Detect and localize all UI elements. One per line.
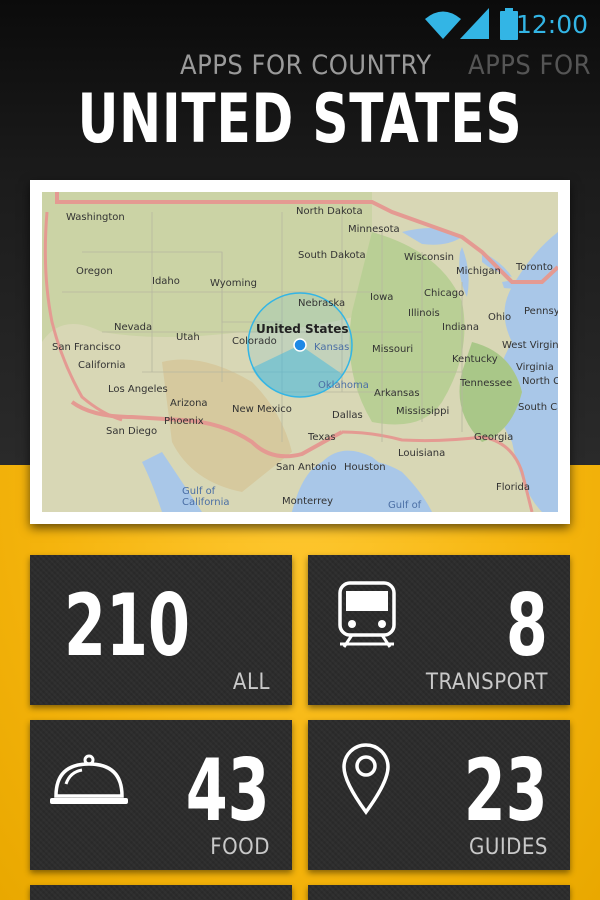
map-label: Oklahoma [318,380,369,391]
map-label: California [78,360,126,371]
map-card[interactable]: Washington North Dakota Minnesota South … [30,180,570,524]
map-label: Houston [344,462,386,473]
map-label: Wyoming [210,278,257,289]
map-label: Ohio [488,312,512,323]
map-label: New Mexico [232,404,292,415]
map-label: Chicago [424,288,465,299]
tile-count: 43 [186,741,270,841]
train-icon [338,581,396,648]
tile-partial[interactable] [308,885,570,900]
map-label: Toronto [516,262,553,273]
map-label: Gulf of California [182,486,230,508]
map-label: Michigan [456,266,501,277]
map-label: Missouri [372,344,414,355]
map-label: Arizona [170,398,208,409]
map-label: Virginia [516,362,554,373]
map-label: San Francisco [52,342,121,353]
map-label: Dallas [332,410,363,421]
map-label: Texas [308,432,336,443]
map-pin-icon [342,743,390,815]
page-title: UNITED STATES [77,80,523,159]
map-label: South Carolina [518,402,558,413]
map-label: Louisiana [398,448,446,459]
map-label: Indiana [442,322,480,333]
tile-label: ALL [232,670,270,695]
tile-label: GUIDES [469,835,548,860]
tile-label: FOOD [210,835,270,860]
map-label: Colorado [232,336,277,347]
map-label: Tennessee [460,378,513,389]
tile-transport[interactable]: 8 TRANSPORT [308,555,570,705]
map-label: Phoenix [164,416,204,427]
map-view[interactable]: Washington North Dakota Minnesota South … [42,192,558,512]
map-label: Kentucky [452,354,498,365]
tile-count: 23 [464,741,548,841]
status-bar: 12:00 [0,0,600,50]
tile-all[interactable]: 210 ALL [30,555,292,705]
tile-partial[interactable] [30,885,292,900]
map-label: Mississippi [396,406,450,417]
map-label: Arkansas [374,388,420,399]
map-label: Illinois [408,308,440,319]
signal-icon [460,8,489,39]
map-label: Oregon [76,266,113,277]
tile-food[interactable]: 43 FOOD [30,720,292,870]
tile-guides[interactable]: 23 GUIDES [308,720,570,870]
map-label: Kansas [314,342,350,353]
map-label: Pennsylv [524,306,558,317]
map-label: Wisconsin [404,252,454,263]
map-label: Iowa [370,292,394,303]
map-label: Idaho [152,276,180,287]
map-label: Gulf of [388,500,422,511]
map-label: Georgia [474,432,514,443]
food-cloche-icon [50,754,128,804]
map-label: Florida [496,482,531,493]
status-time: 12:00 [515,10,588,39]
map-label: San Antonio [276,462,337,473]
map-label: Utah [176,332,200,343]
tile-label: TRANSPORT [425,670,548,695]
map-label: West Virginia [502,340,558,351]
map-label: Monterrey [282,496,334,507]
tile-count: 8 [506,576,548,676]
next-page-subtitle[interactable]: APPS FOR C [468,50,600,81]
page-subtitle[interactable]: APPS FOR COUNTRY [180,50,432,81]
map-label: Nevada [114,322,153,333]
tile-count: 210 [64,576,190,676]
map-location-label: United States [256,322,349,336]
map-label: Nebraska [298,298,346,309]
map-label: South Dakota [298,250,366,261]
map-label: San Diego [106,426,158,437]
map-label: North Dakota [296,206,363,217]
map-label: Washington [66,212,125,223]
map-label: Los Angeles [108,384,168,395]
wifi-icon [425,11,461,39]
map-label: North Carolina [522,376,558,387]
map-label: Minnesota [348,224,400,235]
